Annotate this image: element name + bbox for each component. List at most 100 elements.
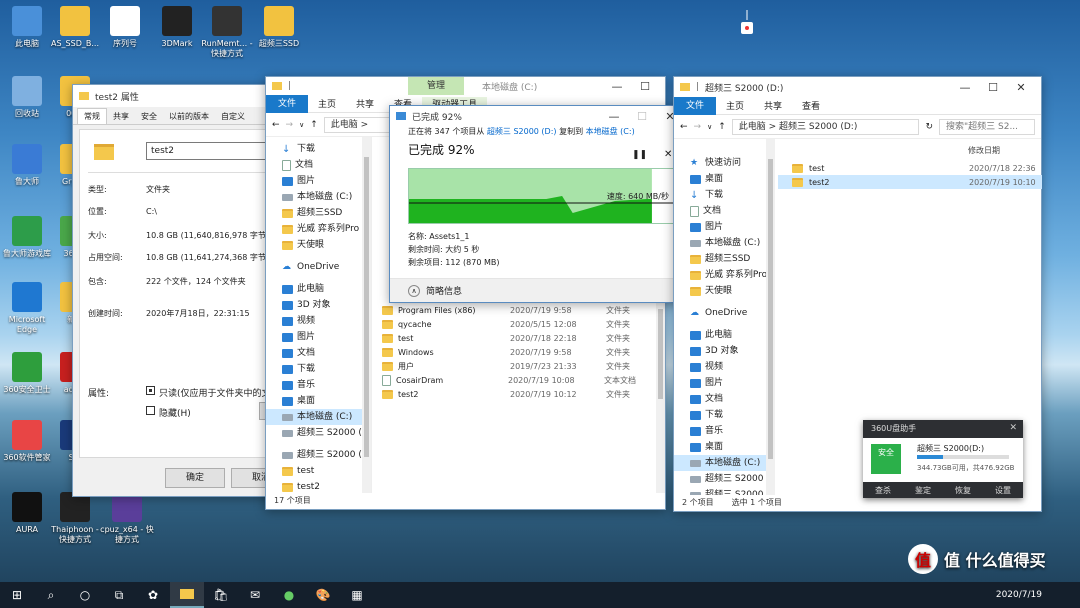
file-row[interactable]: test 2020/7/18 22:18 文件夹 [382,331,652,345]
ok-button[interactable]: 确定 [165,468,225,488]
desktop-icon[interactable]: 序列号 [96,6,154,49]
nav-item[interactable]: 视频 [674,359,769,375]
nav-item[interactable]: 超频三 S2000 (D:) [674,471,769,487]
column-header-date[interactable]: 修改日期 [968,145,1000,156]
nav-item[interactable]: test [266,463,371,479]
desktop-icon[interactable]: RunMemt... - 快捷方式 [198,6,256,59]
file-row[interactable]: test2 2020/7/19 10:10 [778,175,1042,189]
nav-item[interactable]: test2 [266,479,371,493]
forward-arrow-icon[interactable]: → [694,122,702,132]
usb-helper-action[interactable]: 恢复 [955,485,971,496]
cortana-icon[interactable]: ○ [68,582,102,608]
nav-item[interactable]: 超频三 S2000 (D:) [674,487,769,495]
paint-app-icon[interactable]: 🎨 [306,582,340,608]
nav-item[interactable]: 图片 [674,219,769,235]
file-row[interactable]: qycache 2020/5/15 12:08 文件夹 [382,317,652,331]
copy-task-icon[interactable]: ▦ [340,582,374,608]
nav-item[interactable]: 光威 弈系列Pro [674,267,769,283]
nav-item[interactable]: 超频三 S2000 (D:) [266,447,371,463]
properties-tab[interactable]: 共享 [107,109,135,124]
ribbon-tab-file[interactable]: 文件 [674,96,717,115]
minimize-icon[interactable]: — [603,80,631,93]
less-info-toggle[interactable]: ∧ 简略信息 [390,278,690,302]
file-explorer-taskbar-icon[interactable] [170,582,204,608]
usb-helper-action[interactable]: 查杀 [875,485,891,496]
ribbon-tab-home[interactable]: 主页 [308,97,346,110]
back-arrow-icon[interactable]: ← [272,120,280,130]
nav-item[interactable]: 超频三 S2000 (D:) [266,425,371,441]
desktop-icon[interactable]: cpuz_x64 - 快捷方式 [98,492,156,545]
minimize-icon[interactable]: — [951,81,979,94]
properties-tab[interactable]: 自定义 [215,109,251,124]
nav-item[interactable]: 光威 弈系列Pro [266,221,371,237]
nav-item[interactable]: 本地磁盘 (C:) [266,409,371,425]
dest-link[interactable]: 本地磁盘 (C:) [586,127,635,136]
nav-item[interactable]: 桌面 [674,439,769,455]
up-arrow-icon[interactable]: ↑ [718,122,726,132]
nav-item[interactable]: 文档 [266,345,371,361]
nav-item[interactable]: 桌面 [674,171,769,187]
up-arrow-icon[interactable]: ↑ [310,120,318,130]
nav-item[interactable]: 本地磁盘 (C:) [674,455,769,471]
nav-item[interactable]: 此电脑 [266,281,371,297]
mail-icon[interactable]: ✉ [238,582,272,608]
ribbon-tab-share[interactable]: 共享 [754,99,792,112]
nav-item[interactable]: 文档 [674,391,769,407]
nav-scrollbar[interactable] [362,137,371,493]
file-row[interactable]: CosairDram 2020/7/19 10:08 文本文档 [382,373,652,387]
desktop-icon[interactable]: 超频三SSD [250,6,308,49]
fan-app-icon[interactable]: ✿ [136,582,170,608]
nav-item[interactable]: ★ 快速访问 [674,155,769,171]
nav-scrollbar[interactable] [766,139,775,495]
nav-item[interactable]: 天使眼 [266,237,371,253]
nav-item[interactable]: 视频 [266,313,371,329]
usb-helper-action[interactable]: 设置 [995,485,1011,496]
nav-item[interactable]: 图片 [266,329,371,345]
nav-item[interactable]: 超频三SSD [674,251,769,267]
nav-item[interactable]: 图片 [266,173,371,189]
file-row[interactable]: 用户 2019/7/23 21:33 文件夹 [382,359,652,373]
search-input[interactable]: 搜索"超频三 S2... [939,118,1035,135]
nav-item[interactable]: ↓ 下载 [266,141,371,157]
pause-button[interactable]: ❚❚ [632,150,647,160]
source-link[interactable]: 超频三 S2000 (D:) [487,127,557,136]
close-icon[interactable]: ✕ [1007,81,1035,94]
nav-item[interactable]: 此电脑 [674,327,769,343]
nav-item[interactable]: 音乐 [674,423,769,439]
properties-tab[interactable]: 安全 [135,109,163,124]
address-field[interactable]: 此电脑 > 超频三 S2000 (D:) [731,118,920,135]
nav-item[interactable]: 3D 对象 [674,343,769,359]
hidden-checkbox[interactable]: 隐藏(H) [146,406,191,419]
ribbon-tab-view[interactable]: 查看 [792,99,830,112]
nav-item[interactable]: 本地磁盘 (C:) [674,235,769,251]
chevron-down-icon[interactable]: ∨ [707,123,712,131]
nav-item[interactable]: 超频三SSD [266,205,371,221]
nav-item[interactable]: 3D 对象 [266,297,371,313]
nav-item[interactable]: 音乐 [266,377,371,393]
nav-item[interactable]: 本地磁盘 (C:) [266,189,371,205]
browser-360-icon[interactable]: ● [272,582,306,608]
nav-item[interactable]: 下载 [266,361,371,377]
nav-item[interactable]: 桌面 [266,393,371,409]
nav-item[interactable]: 图片 [674,375,769,391]
file-row[interactable]: Windows 2020/7/19 9:58 文件夹 [382,345,652,359]
back-arrow-icon[interactable]: ← [680,122,688,132]
clock-date[interactable]: 2020/7/19 [996,590,1080,600]
cancel-copy-icon[interactable]: ✕ [664,149,672,160]
nav-item[interactable]: ☁ OneDrive [266,259,371,275]
usb-helper-action[interactable]: 鉴定 [915,485,931,496]
properties-tab[interactable]: 常规 [77,108,107,124]
search-icon[interactable]: ⌕ [34,582,68,608]
file-row[interactable]: test 2020/7/18 22:36 [778,161,1042,175]
store-icon[interactable]: 🛍 [204,582,238,608]
minimize-icon[interactable]: — [600,110,628,123]
close-icon[interactable]: ✕ [1009,423,1017,433]
start-button[interactable]: ⊞ [0,582,34,608]
nav-item[interactable]: ☁ OneDrive [674,305,769,321]
forward-arrow-icon[interactable]: → [286,120,294,130]
nav-item[interactable]: 文档 [266,157,371,173]
ribbon-tab-file[interactable]: 文件 [266,94,309,113]
task-view-icon[interactable]: ⧉ [102,582,136,608]
nav-item[interactable]: 下载 [674,407,769,423]
readonly-checkbox[interactable]: 只读(仅应用于文件夹中的文件) [146,386,283,399]
